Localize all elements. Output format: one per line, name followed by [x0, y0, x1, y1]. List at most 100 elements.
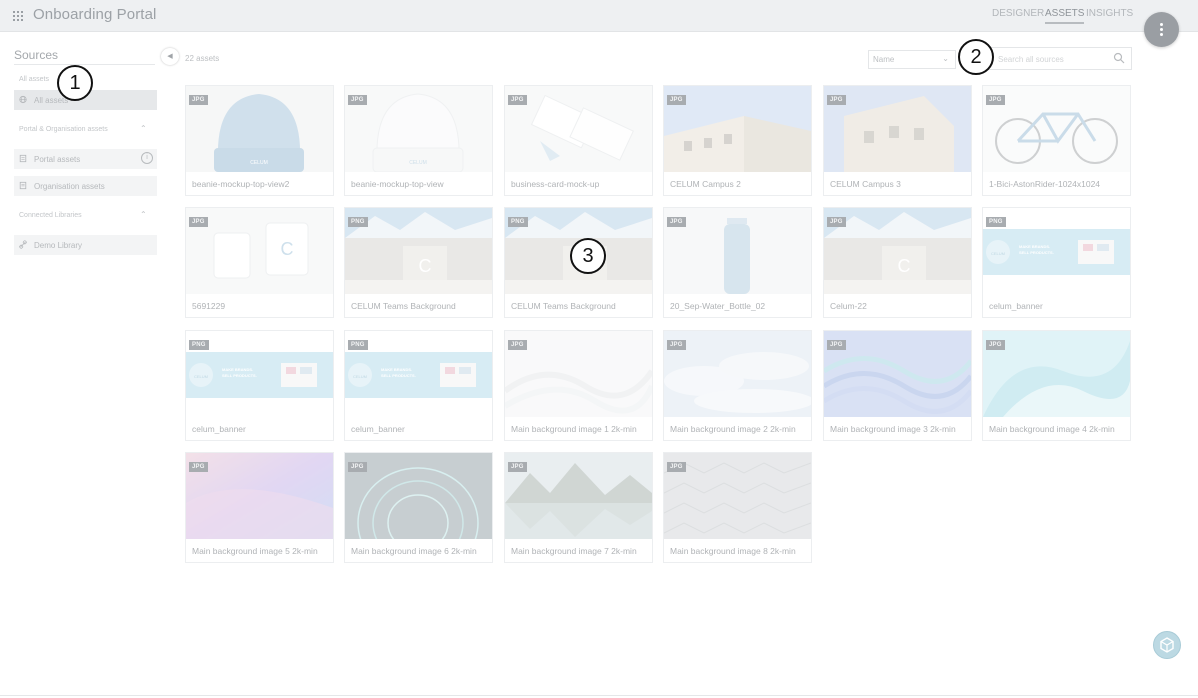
file-type-badge: JPG — [667, 340, 686, 350]
asset-name: Main background image 1 2k-min — [511, 424, 637, 434]
asset-name: 1-Bici-AstonRider-1024x1024 — [989, 179, 1101, 189]
asset-thumbnail[interactable]: C — [186, 208, 333, 294]
document-icon — [19, 154, 27, 163]
file-type-badge: PNG — [189, 340, 209, 350]
asset-name: business-card-mock-up — [511, 179, 600, 189]
cube-icon — [1160, 637, 1174, 653]
file-type-badge: PNG — [348, 340, 368, 350]
asset-thumbnail[interactable] — [505, 331, 652, 417]
file-type-badge: JPG — [827, 95, 846, 105]
app-menu-icon[interactable] — [13, 11, 23, 21]
asset-card[interactable]: JPG 1-Bici-AstonRider-1024x1024 — [982, 85, 1131, 196]
asset-card[interactable]: JPG Main background image 5 2k-min — [185, 452, 334, 563]
asset-card[interactable]: C JPG Celum-22 — [823, 207, 972, 318]
sort-value: Name — [873, 55, 895, 64]
top-bar: Onboarding Portal DESIGNER ASSETS INSIGH… — [0, 0, 1198, 32]
asset-name: Main background image 3 2k-min — [830, 424, 956, 434]
file-type-badge: JPG — [667, 95, 686, 105]
asset-thumbnail[interactable] — [824, 331, 971, 417]
asset-name: Celum-22 — [830, 301, 867, 311]
asset-card[interactable]: JPG Main background image 1 2k-min — [504, 330, 653, 441]
chevron-down-icon: ⌄ — [942, 54, 949, 63]
asset-card[interactable]: JPG Main background image 2 2k-min — [663, 330, 812, 441]
collapse-sidebar-button[interactable]: ◀ — [161, 48, 179, 65]
file-type-badge: JPG — [827, 340, 846, 350]
asset-thumbnail[interactable] — [186, 453, 333, 539]
asset-thumbnail[interactable] — [664, 86, 811, 172]
file-type-badge: JPG — [348, 462, 367, 472]
sidebar-item-organisation-assets[interactable]: Organisation assets — [14, 176, 157, 196]
asset-card[interactable]: JPG Main background image 6 2k-min — [344, 452, 493, 563]
asset-thumbnail[interactable] — [505, 86, 652, 172]
sidebar-item-portal-assets[interactable]: Portal assets i — [14, 149, 157, 169]
asset-thumbnail[interactable] — [824, 86, 971, 172]
asset-card[interactable]: JPG 20_Sep-Water_Bottle_02 — [663, 207, 812, 318]
asset-card[interactable]: JPG Main background image 8 2k-min — [663, 452, 812, 563]
globe-icon — [19, 95, 27, 104]
chevron-up-icon[interactable]: ⌃ — [140, 210, 147, 219]
asset-card[interactable]: CELUM MAKE BRANDS. SELL PRODUCTS. PNG celum_… — [982, 207, 1131, 318]
asset-thumbnail[interactable] — [505, 453, 652, 539]
info-icon[interactable]: i — [141, 152, 153, 164]
asset-card[interactable]: JPG business-card-mock-up — [504, 85, 653, 196]
file-type-badge: PNG — [348, 217, 368, 227]
portal-section-heading: Portal & Organisation assets — [19, 126, 108, 133]
file-type-badge: JPG — [667, 462, 686, 472]
chevron-up-icon[interactable]: ⌃ — [140, 124, 147, 133]
asset-name: Main background image 8 2k-min — [670, 546, 796, 556]
asset-thumbnail[interactable] — [983, 86, 1130, 172]
asset-name: Main background image 4 2k-min — [989, 424, 1115, 434]
help-button[interactable] — [1153, 631, 1181, 659]
asset-name: celum_banner — [351, 424, 405, 434]
asset-thumbnail[interactable]: CELUM — [186, 86, 333, 172]
more-options-button[interactable] — [1144, 12, 1179, 47]
asset-thumbnail[interactable]: C — [824, 208, 971, 294]
sidebar-item-label: All assets — [34, 96, 69, 105]
asset-card[interactable]: JPG Main background image 4 2k-min — [982, 330, 1131, 441]
asset-name: CELUM Campus 2 — [670, 179, 741, 189]
asset-name: 20_Sep-Water_Bottle_02 — [670, 301, 766, 311]
file-type-badge: PNG — [986, 217, 1006, 227]
asset-thumbnail[interactable] — [664, 331, 811, 417]
asset-card[interactable]: JPG CELUM Campus 3 — [823, 85, 972, 196]
asset-card[interactable]: CPNGCELUM Teams Background — [344, 207, 493, 318]
building-icon — [19, 181, 27, 190]
asset-thumbnail[interactable] — [664, 453, 811, 539]
callout-marker: 2 — [958, 39, 994, 75]
sidebar-item-label: Organisation assets — [34, 182, 105, 191]
asset-thumbnail[interactable] — [345, 453, 492, 539]
file-type-badge: JPG — [827, 217, 846, 227]
sort-select[interactable]: Name ⌄ — [868, 50, 956, 69]
asset-name: celum_banner — [192, 424, 246, 434]
connected-section-heading: Connected Libraries — [19, 212, 82, 219]
file-type-badge: JPG — [667, 217, 686, 227]
asset-card[interactable]: CELUM MAKE BRANDS. SELL PRODUCTS. PNG celum_… — [344, 330, 493, 441]
search-input[interactable] — [996, 52, 1110, 66]
nav-insights[interactable]: INSIGHTS — [1086, 8, 1133, 19]
asset-thumbnail[interactable] — [664, 208, 811, 294]
file-type-badge: JPG — [348, 95, 367, 105]
file-type-badge: JPG — [189, 217, 208, 227]
asset-card[interactable]: JPG CELUM Campus 2 — [663, 85, 812, 196]
asset-card[interactable]: JPG Main background image 3 2k-min — [823, 330, 972, 441]
file-type-badge: PNG — [508, 217, 528, 227]
file-type-badge: JPG — [986, 340, 1005, 350]
asset-card[interactable]: CELUM JPG beanie-mockup-top-view2 — [185, 85, 334, 196]
search-icon[interactable] — [1113, 52, 1125, 64]
asset-card[interactable]: C JPG 5691229 — [185, 207, 334, 318]
asset-card[interactable]: CELUM JPG beanie-mockup-top-view — [344, 85, 493, 196]
nav-assets[interactable]: ASSETS — [1045, 8, 1085, 24]
asset-card[interactable]: JPG Main background image 7 2k-min — [504, 452, 653, 563]
file-type-badge: JPG — [189, 95, 208, 105]
sidebar-item-demo-library[interactable]: Demo Library — [14, 235, 157, 255]
asset-name: Main background image 2 2k-min — [670, 424, 796, 434]
asset-name: beanie-mockup-top-view — [351, 179, 444, 189]
callout-marker: 3 — [570, 238, 606, 274]
asset-name: beanie-mockup-top-view2 — [192, 179, 290, 189]
asset-count: 22 assets — [185, 54, 220, 63]
search-box[interactable] — [987, 47, 1132, 70]
nav-designer[interactable]: DESIGNER — [992, 8, 1044, 19]
asset-thumbnail[interactable]: CELUM — [345, 86, 492, 172]
asset-card[interactable]: CELUM MAKE BRANDS. SELL PRODUCTS. PNG celum_… — [185, 330, 334, 441]
asset-thumbnail[interactable] — [983, 331, 1130, 417]
